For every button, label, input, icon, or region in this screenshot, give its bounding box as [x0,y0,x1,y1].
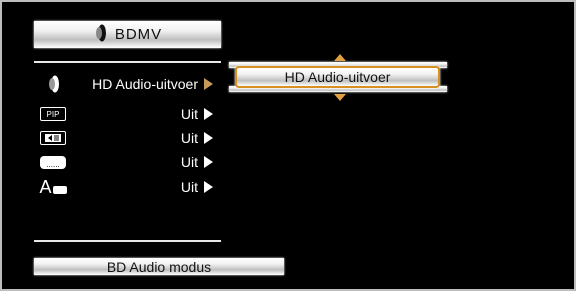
secondary-audio-icon [40,131,66,145]
menu-row-value: HD Audio-uitvoer [92,76,198,92]
menu-row-pip[interactable]: PIP Uit [34,102,221,126]
footer-mode-label: BD Audio modus [34,258,284,275]
scroll-up-icon[interactable] [334,54,346,61]
divider [34,240,221,242]
arrow-right-icon [204,132,213,144]
speaker-icon [93,24,107,46]
arrow-right-icon [204,181,213,193]
menu-row-value: Uit [180,130,198,146]
subtitle-icon: ...... [40,155,66,169]
scroll-down-icon[interactable] [334,94,346,101]
arrow-right-icon [204,156,213,168]
subtitle-style-icon: A [39,177,67,198]
menu-row-hd-audio[interactable]: HD Audio-uitvoer [34,72,221,96]
menu-row-subtitle[interactable]: ...... Uit [34,150,221,174]
menu-row-value: Uit [180,106,198,122]
speaker-icon [34,75,72,93]
menu-row-value: Uit [180,154,198,170]
arrow-right-icon [204,108,213,120]
arrow-right-icon [204,78,213,90]
popup-option-hd-audio[interactable]: HD Audio-uitvoer [235,66,440,88]
menu-row-subtitle-style[interactable]: A Uit [34,175,221,199]
menu-row-value: Uit [180,179,198,195]
divider [34,61,221,63]
pip-icon: PIP [40,107,66,121]
menu-row-secondary-audio[interactable]: Uit [34,126,221,150]
title-bar: BDMV [34,21,221,48]
title-label: BDMV [114,26,163,43]
